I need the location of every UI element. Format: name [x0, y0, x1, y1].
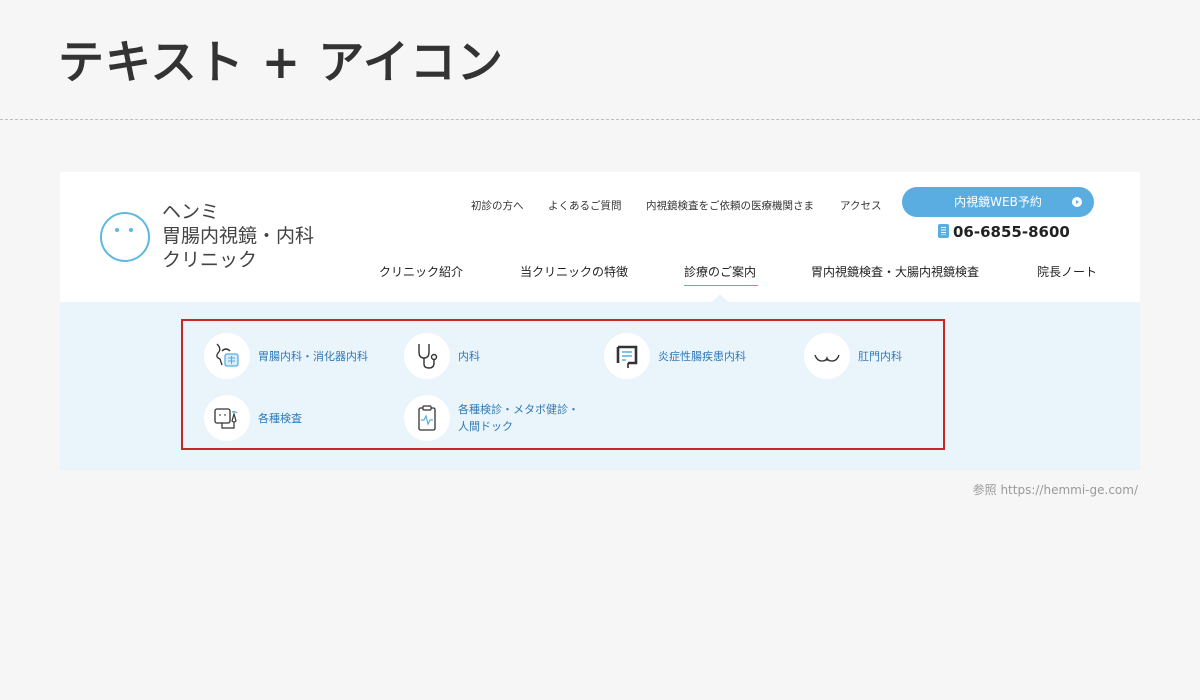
- logo-line-3: クリニック: [162, 249, 258, 271]
- dropdown-label-checkup-line-1: 各種検診・メタボ健診・: [458, 403, 579, 416]
- logo-eye-right: [129, 228, 133, 232]
- util-link-faq[interactable]: よくあるご質問: [548, 198, 622, 213]
- buttocks-icon: [804, 333, 850, 379]
- stomach-icon: [204, 333, 250, 379]
- site-header: ヘンミ 胃腸内視鏡・内科 クリニック 初診の方へ よくあるご質問 内視鏡検査をご…: [60, 172, 1140, 302]
- util-link-referral[interactable]: 内視鏡検査をご依頼の医療機関さま: [646, 198, 814, 213]
- logo-text[interactable]: ヘンミ 胃腸内視鏡・内科 クリニック: [162, 200, 314, 272]
- dropdown-item-gastro[interactable]: 胃腸内科・消化器内科: [204, 333, 368, 379]
- dropdown-label-checkup-line-2: 人間ドック: [458, 420, 513, 433]
- page-title: テキスト + アイコン: [58, 35, 504, 89]
- dropdown-label-exams: 各種検査: [258, 411, 302, 425]
- arrow-right-icon: [1072, 197, 1082, 207]
- util-link-first-visit[interactable]: 初診の方へ: [471, 198, 524, 213]
- dropdown-label-internal: 内科: [458, 349, 480, 363]
- nav-features[interactable]: 当クリニックの特徴: [520, 263, 628, 280]
- clipboard-icon: [404, 395, 450, 441]
- dropdown-item-checkup[interactable]: 各種検診・メタボ健診・ 人間ドック: [404, 395, 579, 441]
- logo-face-icon[interactable]: [100, 212, 150, 262]
- dropdown-label-checkup: 各種検診・メタボ健診・ 人間ドック: [458, 401, 579, 435]
- intestine-icon: [604, 333, 650, 379]
- stethoscope-icon: [404, 333, 450, 379]
- reference-caption: 参照 https://hemmi-ge.com/: [972, 483, 1138, 497]
- web-reservation-label: 内視鏡WEB予約: [954, 195, 1042, 209]
- logo-line-2: 胃腸内視鏡・内科: [162, 225, 315, 247]
- dropdown-item-exams[interactable]: 各種検査: [204, 395, 302, 441]
- ultrasound-icon: [204, 395, 250, 441]
- nav-medical-info[interactable]: 診療のご案内: [684, 263, 756, 280]
- telephone-icon: [938, 224, 949, 238]
- dropdown-label-gastro: 胃腸内科・消化器内科: [258, 349, 368, 363]
- dropdown-label-proctology: 肛門内科: [858, 349, 902, 363]
- dropdown-caret: [712, 294, 728, 302]
- nav-active-underline: [684, 285, 758, 286]
- nav-director-notes[interactable]: 院長ノート: [1037, 263, 1097, 280]
- dashed-divider: [0, 119, 1200, 120]
- dropdown-item-ibd[interactable]: 炎症性腸疾患内科: [604, 333, 746, 379]
- nav-endoscopy[interactable]: 胃内視鏡検査・大腸内視鏡検査: [811, 263, 979, 280]
- util-link-access[interactable]: アクセス: [840, 198, 881, 213]
- dropdown-item-internal[interactable]: 内科: [404, 333, 480, 379]
- logo-eye-left: [115, 228, 119, 232]
- web-reservation-button[interactable]: 内視鏡WEB予約: [902, 187, 1094, 217]
- dropdown-item-proctology[interactable]: 肛門内科: [804, 333, 902, 379]
- logo-line-1: ヘンミ: [162, 201, 220, 223]
- dropdown-label-ibd: 炎症性腸疾患内科: [658, 349, 746, 363]
- phone-number-text: 06-6855-8600: [953, 223, 1070, 241]
- website-screenshot: ヘンミ 胃腸内視鏡・内科 クリニック 初診の方へ よくあるご質問 内視鏡検査をご…: [60, 172, 1140, 470]
- nav-clinic-intro[interactable]: クリニック紹介: [379, 263, 463, 280]
- phone-number[interactable]: 06-6855-8600: [938, 223, 1070, 241]
